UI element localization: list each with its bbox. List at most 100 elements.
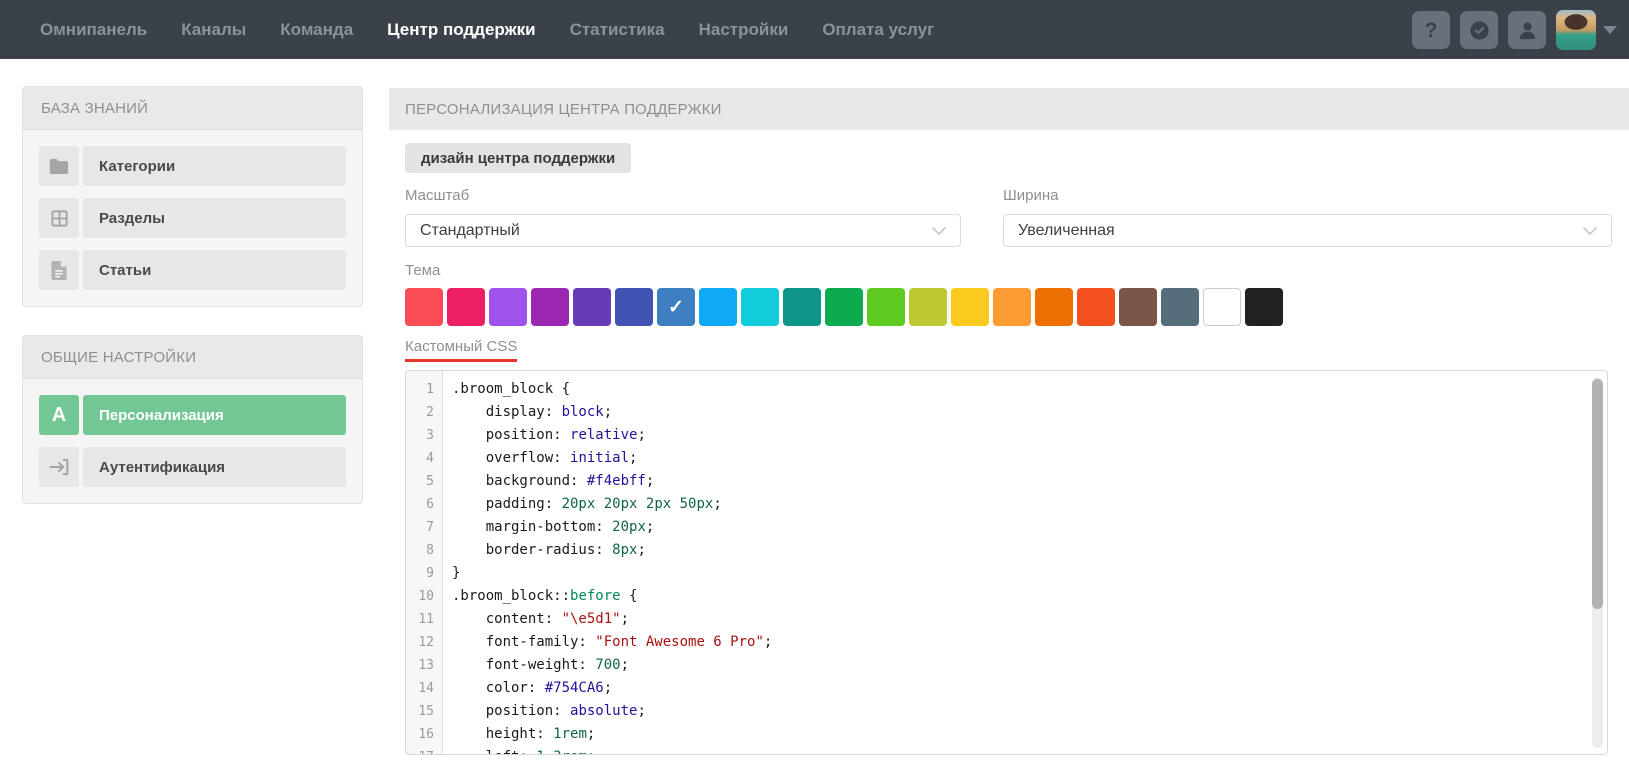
theme-swatches: ✓ bbox=[405, 288, 1283, 326]
scale-select-value: Стандартный bbox=[420, 222, 520, 240]
knowledge-base-card: БАЗА ЗНАНИЙ Категории Разделы Статьи bbox=[22, 86, 363, 307]
line-number: 17 bbox=[406, 746, 442, 755]
knowledge-base-title: БАЗА ЗНАНИЙ bbox=[23, 87, 362, 130]
avatar-image bbox=[1556, 10, 1596, 50]
main-nav: Омнипанель Каналы Команда Центр поддержк… bbox=[40, 0, 934, 59]
theme-swatch-yellow[interactable] bbox=[951, 288, 989, 326]
general-settings-card: ОБЩИЕ НАСТРОЙКИ A Персонализация Аутенти… bbox=[22, 335, 363, 504]
code-line: height: 1rem; bbox=[452, 723, 1587, 746]
help-button[interactable]: ? bbox=[1412, 11, 1450, 49]
theme-swatch-olive[interactable] bbox=[909, 288, 947, 326]
code-line: overflow: initial; bbox=[452, 447, 1587, 470]
page-title: ПЕРСОНАЛИЗАЦИЯ ЦЕНТРА ПОДДЕРЖКИ bbox=[389, 88, 1629, 130]
theme-swatch-purple[interactable] bbox=[531, 288, 569, 326]
width-select-value: Увеличенная bbox=[1018, 222, 1115, 240]
theme-swatch-white[interactable] bbox=[1203, 288, 1241, 326]
width-select[interactable]: Увеличенная bbox=[1003, 214, 1612, 247]
code-line: } bbox=[452, 562, 1587, 585]
custom-css-label: Кастомный CSS bbox=[405, 338, 517, 362]
code-line: font-weight: 700; bbox=[452, 654, 1587, 677]
profile-button[interactable] bbox=[1508, 11, 1546, 49]
editor-scrollbar[interactable] bbox=[1592, 377, 1603, 748]
theme-swatch-dark-orange[interactable] bbox=[1035, 288, 1073, 326]
code-line: padding: 20px 20px 2px 50px; bbox=[452, 493, 1587, 516]
code-line: display: block; bbox=[452, 401, 1587, 424]
theme-swatch-pink[interactable] bbox=[447, 288, 485, 326]
theme-swatch-brown[interactable] bbox=[1119, 288, 1157, 326]
css-editor[interactable]: 1234567891011121314151617 .broom_block {… bbox=[405, 370, 1608, 755]
line-number: 10 bbox=[406, 585, 442, 608]
scale-label: Масштаб bbox=[405, 187, 469, 204]
line-number: 5 bbox=[406, 470, 442, 493]
nav-item-omnipanel[interactable]: Омнипанель bbox=[40, 20, 147, 40]
nav-item-support-center[interactable]: Центр поддержки bbox=[387, 20, 535, 40]
scrollbar-thumb[interactable] bbox=[1592, 379, 1603, 609]
code-line: left: 1.3rem; bbox=[452, 746, 1587, 754]
line-number: 13 bbox=[406, 654, 442, 677]
width-label: Ширина bbox=[1003, 187, 1058, 204]
user-icon bbox=[1516, 19, 1539, 42]
sidebar-item-authentication[interactable]: Аутентификация bbox=[39, 447, 346, 487]
nav-item-channels[interactable]: Каналы bbox=[181, 20, 246, 40]
top-navbar: Омнипанель Каналы Команда Центр поддержк… bbox=[0, 0, 1629, 59]
chevron-down-icon bbox=[1583, 227, 1597, 235]
sidebar-item-personalization[interactable]: A Персонализация bbox=[39, 395, 346, 435]
line-number: 11 bbox=[406, 608, 442, 631]
account-menu[interactable] bbox=[1556, 10, 1617, 50]
theme-label: Тема bbox=[405, 262, 440, 279]
code-line: .broom_block::before { bbox=[452, 585, 1587, 608]
theme-swatch-blue[interactable]: ✓ bbox=[657, 288, 695, 326]
line-number: 6 bbox=[406, 493, 442, 516]
sidebar: БАЗА ЗНАНИЙ Категории Разделы Статьи bbox=[22, 86, 363, 532]
sidebar-item-label: Персонализация bbox=[83, 395, 346, 435]
theme-swatch-orange[interactable] bbox=[993, 288, 1031, 326]
theme-swatch-light-blue[interactable] bbox=[699, 288, 737, 326]
scale-select[interactable]: Стандартный bbox=[405, 214, 961, 247]
verified-badge-icon bbox=[1468, 19, 1491, 42]
code-line: .broom_block { bbox=[452, 378, 1587, 401]
verified-button[interactable] bbox=[1460, 11, 1498, 49]
theme-swatch-light-green[interactable] bbox=[867, 288, 905, 326]
code-line: content: "\e5d1"; bbox=[452, 608, 1587, 631]
login-icon bbox=[39, 447, 79, 487]
file-icon bbox=[39, 250, 79, 290]
code-line: background: #f4ebff; bbox=[452, 470, 1587, 493]
question-mark-icon: ? bbox=[1425, 20, 1438, 41]
code-line: color: #754CA6; bbox=[452, 677, 1587, 700]
sidebar-item-sections[interactable]: Разделы bbox=[39, 198, 346, 238]
line-number: 16 bbox=[406, 723, 442, 746]
nav-item-payment[interactable]: Оплата услуг bbox=[822, 20, 934, 40]
theme-swatch-green[interactable] bbox=[825, 288, 863, 326]
theme-swatch-indigo[interactable] bbox=[615, 288, 653, 326]
navbar-actions: ? bbox=[1412, 10, 1617, 50]
theme-swatch-cyan[interactable] bbox=[741, 288, 779, 326]
line-number: 3 bbox=[406, 424, 442, 447]
theme-swatch-red-orange[interactable] bbox=[1077, 288, 1115, 326]
theme-swatch-black[interactable] bbox=[1245, 288, 1283, 326]
code-line: position: absolute; bbox=[452, 700, 1587, 723]
code-line: margin-bottom: 20px; bbox=[452, 516, 1587, 539]
folder-icon bbox=[39, 146, 79, 186]
nav-item-team[interactable]: Команда bbox=[280, 20, 353, 40]
grid-icon bbox=[39, 198, 79, 238]
nav-item-settings[interactable]: Настройки bbox=[699, 20, 789, 40]
line-number: 15 bbox=[406, 700, 442, 723]
theme-swatch-slate[interactable] bbox=[1161, 288, 1199, 326]
theme-swatch-teal[interactable] bbox=[783, 288, 821, 326]
design-tab[interactable]: дизайн центра поддержки bbox=[405, 143, 631, 173]
sidebar-item-articles[interactable]: Статьи bbox=[39, 250, 346, 290]
sidebar-item-label: Разделы bbox=[83, 198, 346, 238]
line-number: 7 bbox=[406, 516, 442, 539]
theme-swatch-deep-purple[interactable] bbox=[573, 288, 611, 326]
general-settings-title: ОБЩИЕ НАСТРОЙКИ bbox=[23, 336, 362, 379]
nav-item-statistics[interactable]: Статистика bbox=[570, 20, 665, 40]
letter-a-icon: A bbox=[39, 395, 79, 435]
sidebar-item-label: Категории bbox=[83, 146, 346, 186]
theme-swatch-light-purple[interactable] bbox=[489, 288, 527, 326]
line-number: 4 bbox=[406, 447, 442, 470]
sidebar-item-categories[interactable]: Категории bbox=[39, 146, 346, 186]
editor-code: .broom_block { display: block; position:… bbox=[444, 371, 1587, 754]
theme-swatch-red[interactable] bbox=[405, 288, 443, 326]
code-line: border-radius: 8px; bbox=[452, 539, 1587, 562]
code-line: font-family: "Font Awesome 6 Pro"; bbox=[452, 631, 1587, 654]
